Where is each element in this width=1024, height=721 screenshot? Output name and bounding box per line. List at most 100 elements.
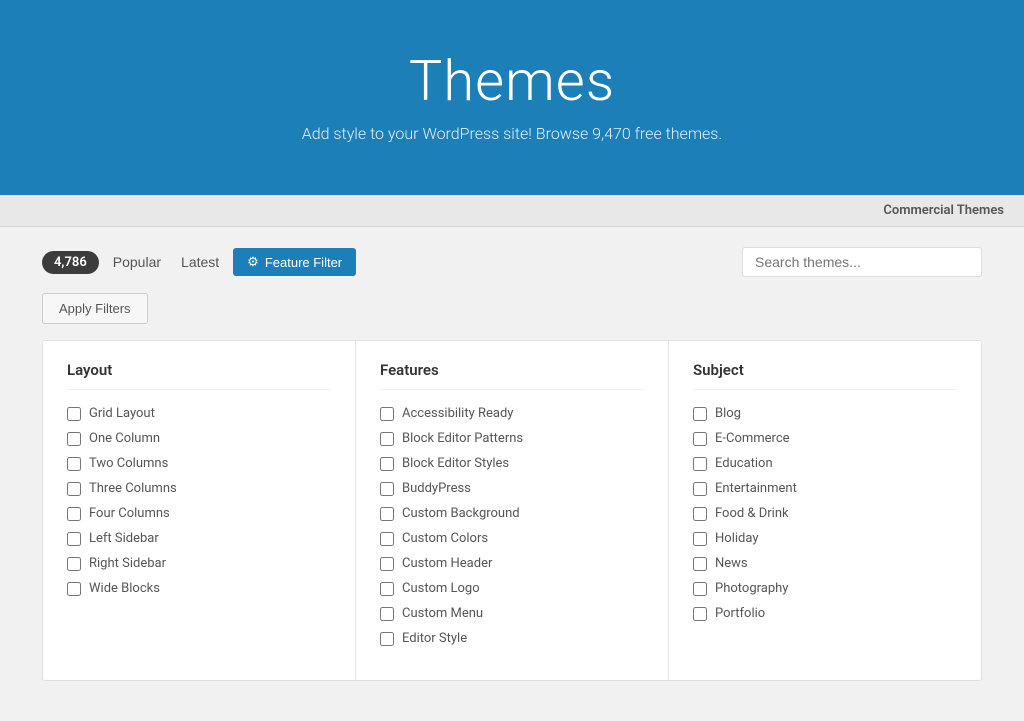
list-item: Two Columns xyxy=(67,456,331,471)
list-item: Block Editor Styles xyxy=(380,456,644,471)
features-label-3[interactable]: BuddyPress xyxy=(402,481,471,496)
subject-checkbox-5[interactable] xyxy=(693,532,707,546)
gear-icon: ⚙ xyxy=(247,254,259,270)
list-item: BuddyPress xyxy=(380,481,644,496)
subject-checkbox-2[interactable] xyxy=(693,457,707,471)
layout-checkbox-2[interactable] xyxy=(67,457,81,471)
list-item: Four Columns xyxy=(67,506,331,521)
list-item: Custom Logo xyxy=(380,581,644,596)
layout-checkbox-0[interactable] xyxy=(67,407,81,421)
list-item: Left Sidebar xyxy=(67,531,331,546)
main-content: 4,786 Popular Latest ⚙ Feature Filter Ap… xyxy=(22,227,1002,721)
list-item: Entertainment xyxy=(693,481,957,496)
top-bar: Commercial Themes xyxy=(0,195,1024,227)
features-checkbox-7[interactable] xyxy=(380,582,394,596)
list-item: E-Commerce xyxy=(693,431,957,446)
features-checkbox-3[interactable] xyxy=(380,482,394,496)
layout-label-2[interactable]: Two Columns xyxy=(89,456,168,471)
layout-checkbox-3[interactable] xyxy=(67,482,81,496)
subject-label-0[interactable]: Blog xyxy=(715,406,741,421)
subject-items: Blog E-Commerce Education Entertainment Food… xyxy=(693,406,957,621)
layout-label-1[interactable]: One Column xyxy=(89,431,160,446)
search-input[interactable] xyxy=(742,247,982,277)
layout-label-0[interactable]: Grid Layout xyxy=(89,406,155,421)
features-checkbox-9[interactable] xyxy=(380,632,394,646)
list-item: One Column xyxy=(67,431,331,446)
layout-label-4[interactable]: Four Columns xyxy=(89,506,170,521)
features-checkbox-8[interactable] xyxy=(380,607,394,621)
subject-label-1[interactable]: E-Commerce xyxy=(715,431,790,446)
layout-checkbox-1[interactable] xyxy=(67,432,81,446)
features-label-8[interactable]: Custom Menu xyxy=(402,606,483,621)
features-label-7[interactable]: Custom Logo xyxy=(402,581,480,596)
layout-label-6[interactable]: Right Sidebar xyxy=(89,556,166,571)
list-item: Food & Drink xyxy=(693,506,957,521)
subject-checkbox-0[interactable] xyxy=(693,407,707,421)
subject-label-2[interactable]: Education xyxy=(715,456,773,471)
filter-toolbar: 4,786 Popular Latest ⚙ Feature Filter xyxy=(42,247,982,277)
list-item: Block Editor Patterns xyxy=(380,431,644,446)
features-label-0[interactable]: Accessibility Ready xyxy=(402,406,513,421)
page-title: Themes xyxy=(20,48,1004,114)
feature-filter-button[interactable]: ⚙ Feature Filter xyxy=(233,248,356,276)
layout-panel-title: Layout xyxy=(67,361,331,390)
theme-count-badge: 4,786 xyxy=(42,251,99,274)
layout-label-5[interactable]: Left Sidebar xyxy=(89,531,159,546)
apply-filters-button[interactable]: Apply Filters xyxy=(42,293,148,324)
features-checkbox-5[interactable] xyxy=(380,532,394,546)
features-checkbox-0[interactable] xyxy=(380,407,394,421)
features-label-6[interactable]: Custom Header xyxy=(402,556,492,571)
layout-label-3[interactable]: Three Columns xyxy=(89,481,177,496)
layout-checkbox-7[interactable] xyxy=(67,582,81,596)
list-item: Blog xyxy=(693,406,957,421)
list-item: Education xyxy=(693,456,957,471)
features-panel-title: Features xyxy=(380,361,644,390)
latest-tab[interactable]: Latest xyxy=(175,250,225,274)
subject-label-7[interactable]: Photography xyxy=(715,581,788,596)
subject-label-4[interactable]: Food & Drink xyxy=(715,506,789,521)
subject-label-6[interactable]: News xyxy=(715,556,748,571)
list-item: Wide Blocks xyxy=(67,581,331,596)
filter-panels: Layout Grid Layout One Column Two Columns T… xyxy=(42,340,982,681)
list-item: Custom Menu xyxy=(380,606,644,621)
list-item: News xyxy=(693,556,957,571)
features-items: Accessibility Ready Block Editor Patterns… xyxy=(380,406,644,646)
list-item: Right Sidebar xyxy=(67,556,331,571)
commercial-themes-link[interactable]: Commercial Themes xyxy=(883,203,1004,218)
layout-checkbox-4[interactable] xyxy=(67,507,81,521)
layout-label-7[interactable]: Wide Blocks xyxy=(89,581,160,596)
features-label-1[interactable]: Block Editor Patterns xyxy=(402,431,523,446)
subject-panel: Subject Blog E-Commerce Education Entertain… xyxy=(669,341,981,680)
subject-checkbox-8[interactable] xyxy=(693,607,707,621)
list-item: Editor Style xyxy=(380,631,644,646)
subject-label-3[interactable]: Entertainment xyxy=(715,481,797,496)
list-item: Photography xyxy=(693,581,957,596)
hero-subtitle: Add style to your WordPress site! Browse… xyxy=(20,124,1004,143)
features-checkbox-6[interactable] xyxy=(380,557,394,571)
features-checkbox-4[interactable] xyxy=(380,507,394,521)
list-item: Holiday xyxy=(693,531,957,546)
list-item: Portfolio xyxy=(693,606,957,621)
popular-tab[interactable]: Popular xyxy=(107,250,167,274)
features-label-2[interactable]: Block Editor Styles xyxy=(402,456,509,471)
subject-checkbox-6[interactable] xyxy=(693,557,707,571)
features-label-5[interactable]: Custom Colors xyxy=(402,531,488,546)
list-item: Custom Colors xyxy=(380,531,644,546)
features-checkbox-1[interactable] xyxy=(380,432,394,446)
hero-section: Themes Add style to your WordPress site!… xyxy=(0,0,1024,195)
subject-checkbox-7[interactable] xyxy=(693,582,707,596)
list-item: Custom Header xyxy=(380,556,644,571)
subject-checkbox-1[interactable] xyxy=(693,432,707,446)
layout-checkbox-6[interactable] xyxy=(67,557,81,571)
features-label-9[interactable]: Editor Style xyxy=(402,631,467,646)
subject-checkbox-3[interactable] xyxy=(693,482,707,496)
subject-panel-title: Subject xyxy=(693,361,957,390)
apply-filters-container: Apply Filters xyxy=(42,293,982,340)
list-item: Custom Background xyxy=(380,506,644,521)
features-label-4[interactable]: Custom Background xyxy=(402,506,520,521)
subject-label-5[interactable]: Holiday xyxy=(715,531,758,546)
features-checkbox-2[interactable] xyxy=(380,457,394,471)
subject-label-8[interactable]: Portfolio xyxy=(715,606,765,621)
layout-checkbox-5[interactable] xyxy=(67,532,81,546)
subject-checkbox-4[interactable] xyxy=(693,507,707,521)
